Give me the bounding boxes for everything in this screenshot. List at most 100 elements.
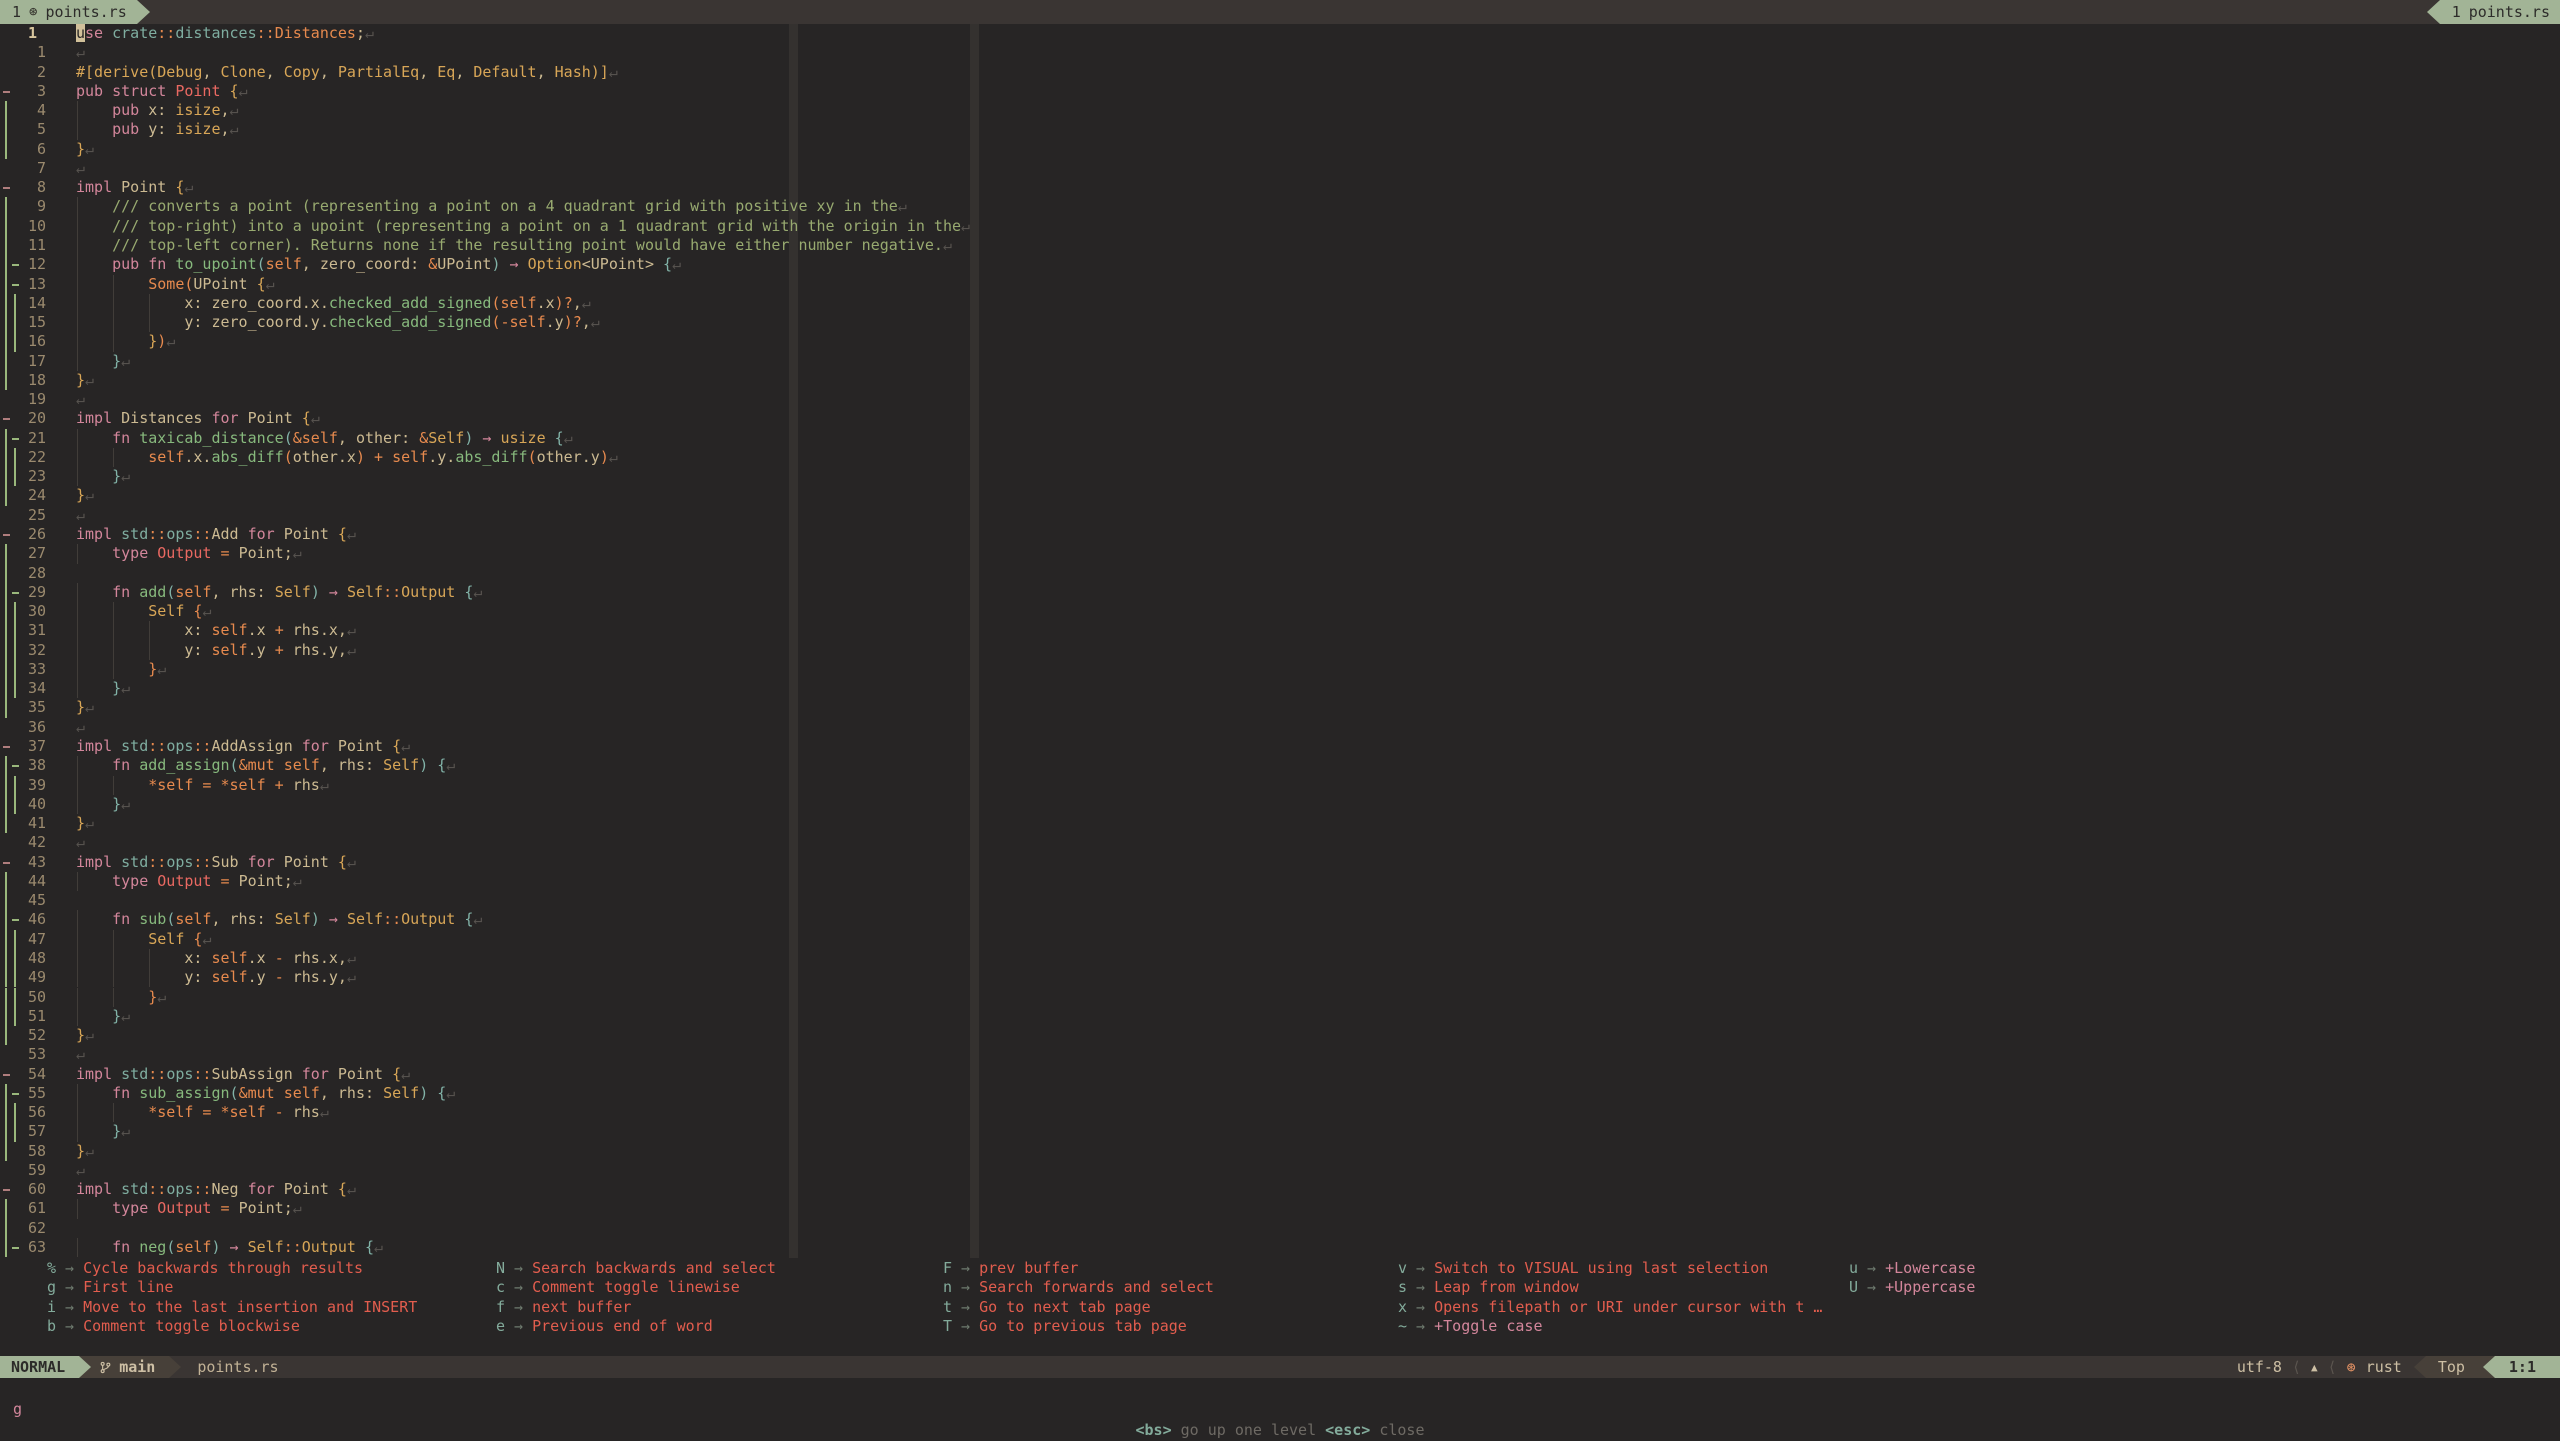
code-line[interactable]: 36 ↵: [0, 718, 2560, 737]
code-line[interactable]: 46 fn sub(self, rhs: Self) → Self::Outpu…: [0, 910, 2560, 930]
code-line[interactable]: 61 type Output = Point;↵: [0, 1199, 2560, 1219]
code-line[interactable]: 10 /// top-right) into a upoint (represe…: [0, 216, 2560, 236]
code-token: -self: [500, 313, 546, 332]
fold-extent-bar: [5, 235, 7, 256]
code-line[interactable]: 23 }↵: [0, 467, 2560, 487]
whichkey-item[interactable]: e → Previous end of word: [496, 1317, 776, 1336]
code-line[interactable]: 54 impl std::ops::SubAssign for Point {↵: [0, 1065, 2560, 1084]
whichkey-item[interactable]: c → Comment toggle linewise: [496, 1278, 776, 1297]
code-line[interactable]: 17 }↵: [0, 351, 2560, 371]
whichkey-item[interactable]: u → +Lowercase: [1849, 1259, 1975, 1278]
code-line[interactable]: 11 /// top-left corner). Returns none if…: [0, 235, 2560, 256]
code-line[interactable]: 2 #[derive(Debug, Clone, Copy, PartialEq,…: [0, 63, 2560, 82]
code-line[interactable]: 6}↵: [0, 139, 2560, 159]
code-line[interactable]: 15 y: zero_coord.y.checked_add_signed(-s…: [0, 313, 2560, 333]
code-line[interactable]: 43 impl std::ops::Sub for Point {↵: [0, 853, 2560, 872]
code-line[interactable]: 60 impl std::ops::Neg for Point {↵: [0, 1180, 2560, 1199]
command-line[interactable]: g <bs> go up one level <esc> close: [0, 1378, 2560, 1439]
arrow-right-icon: →: [952, 1316, 980, 1335]
tab-buffer-points-rs[interactable]: 1 ⊛ points.rs: [0, 0, 137, 24]
code-line[interactable]: 45: [0, 891, 2560, 911]
code-line[interactable]: 38 fn add_assign(&mut self, rhs: Self) {…: [0, 756, 2560, 776]
code-line[interactable]: 3 pub struct Point {↵: [0, 82, 2560, 101]
code-line[interactable]: 44 type Output = Point;↵: [0, 871, 2560, 892]
line-number: 58: [27, 1141, 46, 1160]
code-line[interactable]: 40 }↵: [0, 794, 2560, 815]
code-line[interactable]: 24}↵: [0, 486, 2560, 506]
code-line[interactable]: 49 y: self.y - rhs.y,↵: [0, 968, 2560, 988]
code-line[interactable]: 13 Some(UPoint {↵: [0, 274, 2560, 294]
code-line[interactable]: 28: [0, 563, 2560, 583]
code-line[interactable]: 16 })↵: [0, 332, 2560, 352]
code-line[interactable]: 1 use crate::distances::Distances;↵: [0, 24, 2560, 43]
code-line[interactable]: 9 /// converts a point (representing a p…: [0, 197, 2560, 217]
code-line[interactable]: 47 Self {↵: [0, 929, 2560, 949]
code-line[interactable]: 18}↵: [0, 370, 2560, 391]
code-line[interactable]: 52}↵: [0, 1026, 2560, 1046]
whichkey-item[interactable]: n → Search forwards and select: [943, 1278, 1214, 1297]
code-line[interactable]: 19 ↵: [0, 390, 2560, 409]
code-line[interactable]: 53 ↵: [0, 1045, 2560, 1064]
code-line[interactable]: 58}↵: [0, 1141, 2560, 1161]
code-line[interactable]: 48 x: self.x - rhs.x,↵: [0, 948, 2560, 969]
whichkey-item[interactable]: F → prev buffer: [943, 1259, 1214, 1278]
whichkey-item[interactable]: v → Switch to VISUAL using last selectio…: [1398, 1259, 1822, 1278]
code-line[interactable]: 20 impl Distances for Point {↵: [0, 409, 2560, 428]
whichkey-help-hints: <bs> go up one level <esc> close: [0, 1420, 2560, 1441]
whichkey-item[interactable]: t → Go to next tab page: [943, 1298, 1214, 1317]
code-line[interactable]: 39 *self = *self + rhs↵: [0, 775, 2560, 795]
code-line[interactable]: 29 fn add(self, rhs: Self) → Self::Outpu…: [0, 582, 2560, 603]
code-line[interactable]: 35}↵: [0, 698, 2560, 718]
code-line[interactable]: 37 impl std::ops::AddAssign for Point {↵: [0, 737, 2560, 756]
code-line[interactable]: 32 y: self.y + rhs.y,↵: [0, 640, 2560, 660]
code-line[interactable]: 42 ↵: [0, 833, 2560, 852]
whichkey-item[interactable]: U → +Uppercase: [1849, 1278, 1975, 1297]
git-branch[interactable]: main: [91, 1356, 170, 1378]
code-line[interactable]: 34 }↵: [0, 679, 2560, 699]
code-line[interactable]: 63 fn neg(self) → Self::Output {↵: [0, 1238, 2560, 1258]
code-token: }: [112, 351, 122, 370]
tabpage-indicator[interactable]: 1 points.rs: [2439, 0, 2560, 24]
code-line[interactable]: 31 x: self.x + rhs.x,↵: [0, 621, 2560, 641]
whichkey-item[interactable]: N → Search backwards and select: [496, 1259, 776, 1278]
whichkey-item[interactable]: b → Comment toggle blockwise: [47, 1317, 417, 1336]
code-line[interactable]: 51 }↵: [0, 1006, 2560, 1027]
code-line[interactable]: 30 Self {↵: [0, 602, 2560, 622]
whichkey-item[interactable]: T → Go to previous tab page: [943, 1317, 1214, 1336]
code-line[interactable]: 41}↵: [0, 814, 2560, 834]
fold-extent-bar: [5, 775, 7, 795]
eol-marker: ↵: [401, 1064, 411, 1083]
eol-marker: ↵: [121, 1122, 131, 1141]
whichkey-item[interactable]: g → First line: [47, 1278, 417, 1297]
code-line[interactable]: 21 fn taxicab_distance(&self, other: &Se…: [0, 428, 2560, 448]
code-area[interactable]: 1 use crate::distances::Distances;↵ 1 ↵ 2 #[d…: [0, 24, 2560, 1258]
code-line[interactable]: 22 self.x.abs_diff(other.x) + self.y.abs…: [0, 447, 2560, 468]
code-line[interactable]: 55 fn sub_assign(&mut self, rhs: Self) {…: [0, 1083, 2560, 1104]
code-line[interactable]: 25 ↵: [0, 506, 2560, 525]
eol-marker: ↵: [319, 1103, 329, 1122]
fold-extent-bar: [5, 447, 7, 468]
code-line[interactable]: 8 impl Point {↵: [0, 178, 2560, 197]
code-line[interactable]: 33 }↵: [0, 659, 2560, 680]
whichkey-item[interactable]: ~ → +Toggle case: [1398, 1317, 1822, 1336]
code-line[interactable]: 57 }↵: [0, 1122, 2560, 1142]
code-line[interactable]: 1 ↵: [0, 43, 2560, 62]
whichkey-item[interactable]: i → Move to the last insertion and INSER…: [47, 1298, 417, 1317]
whichkey-item[interactable]: f → next buffer: [496, 1298, 776, 1317]
code-line[interactable]: 14 x: zero_coord.x.checked_add_signed(se…: [0, 293, 2560, 314]
code-line[interactable]: 59 ↵: [0, 1161, 2560, 1180]
whichkey-item[interactable]: x → Opens filepath or URI under cursor w…: [1398, 1298, 1822, 1317]
code-line[interactable]: 27 type Output = Point;↵: [0, 544, 2560, 564]
code-line[interactable]: 50 }↵: [0, 987, 2560, 1007]
code-line[interactable]: 12 pub fn to_upoint(self, zero_coord: &U…: [0, 255, 2560, 275]
whichkey-item[interactable]: s → Leap from window: [1398, 1278, 1822, 1297]
code-token: for: [247, 525, 284, 544]
code-line[interactable]: 4 pub x: isize,↵: [0, 101, 2560, 121]
code-line[interactable]: 5 pub y: isize,↵: [0, 120, 2560, 140]
whichkey-item[interactable]: % → Cycle backwards through results: [47, 1259, 417, 1278]
code-line[interactable]: 62: [0, 1218, 2560, 1238]
code-line[interactable]: 26 impl std::ops::Add for Point {↵: [0, 525, 2560, 544]
code-line[interactable]: 7 ↵: [0, 159, 2560, 178]
code-line[interactable]: 56 *self = *self - rhs↵: [0, 1103, 2560, 1123]
